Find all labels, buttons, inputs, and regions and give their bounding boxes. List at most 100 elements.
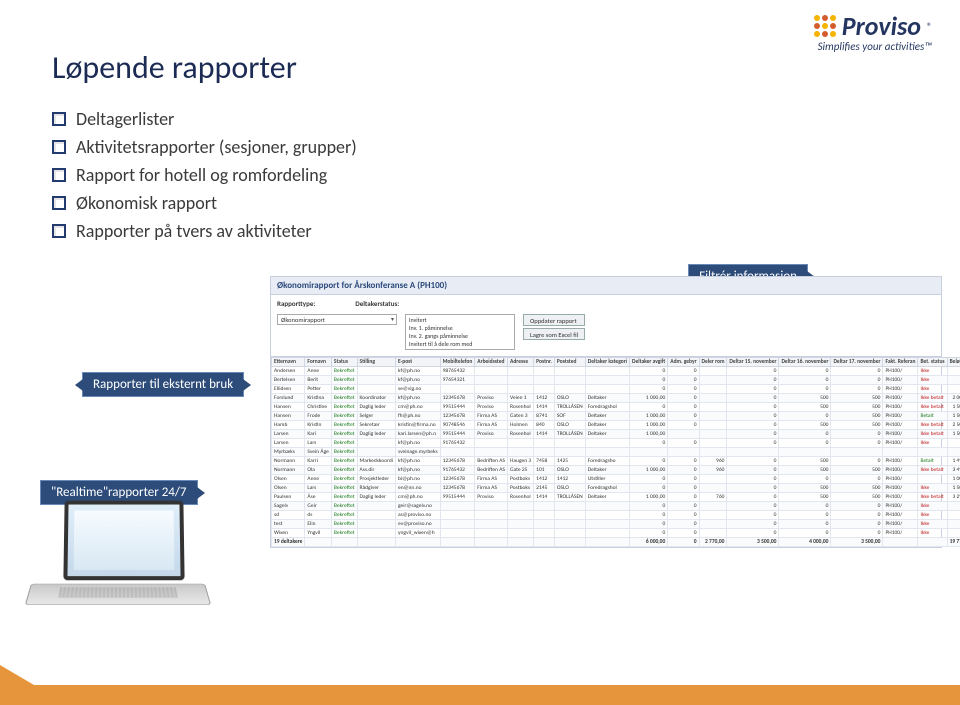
table-cell: 0 xyxy=(727,439,779,448)
table-cell: 1425 xyxy=(554,457,585,466)
table-cell: 98765432 xyxy=(440,367,475,376)
table-cell: PH100/ xyxy=(883,412,918,421)
table-cell: Bekreftet xyxy=(331,394,357,403)
table-cell: Selger xyxy=(357,412,395,421)
list-item-label: Rapporter på tvers av aktiviteter xyxy=(76,220,312,242)
table-header: Adresse xyxy=(508,358,534,367)
update-report-button[interactable]: Oppdater rapport xyxy=(523,314,585,326)
table-cell: 0 xyxy=(779,430,831,439)
table-header: Deler rom xyxy=(699,358,727,367)
table-header: Deltar 15. november xyxy=(727,358,779,367)
table-cell: 960 xyxy=(699,466,727,475)
option[interactable]: Inv. 1. påminnelse xyxy=(409,324,511,332)
table-cell: 0 xyxy=(831,367,883,376)
table-cell: 0 xyxy=(947,439,960,448)
list-item: Rapport for hotell og romfordeling xyxy=(52,164,357,186)
option[interactable]: Invitert til å dele rom med xyxy=(409,340,511,348)
table-cell: 0 xyxy=(727,403,779,412)
laptop-keyboard-icon xyxy=(25,584,211,605)
table-cell xyxy=(534,511,555,520)
table-cell: Bekreftet xyxy=(331,466,357,475)
table-cell: Lars xyxy=(305,439,332,448)
save-excel-button[interactable]: Lagre som Excel fil xyxy=(523,328,585,340)
option[interactable]: Invitert xyxy=(409,316,511,324)
table-cell: 0 xyxy=(779,475,831,484)
table-cell: sd xyxy=(272,511,305,520)
table-cell: Daglig leder xyxy=(357,430,395,439)
table-cell: 0 xyxy=(947,385,960,394)
report-type-select[interactable]: Økonomirapport xyxy=(277,314,397,325)
table-cell: Bedriften AS xyxy=(475,466,508,475)
table-cell: Bekreftet xyxy=(331,430,357,439)
table-cell xyxy=(699,412,727,421)
table-cell xyxy=(699,367,727,376)
table-cell: Ikke xyxy=(918,439,947,448)
table-cell xyxy=(396,538,441,547)
list-item-label: Økonomisk rapport xyxy=(76,192,217,214)
table-totals-row: 19 deltakere6 000,0002 770,003 500,004 0… xyxy=(272,538,960,547)
table-cell: PH100/ xyxy=(883,511,918,520)
table-cell: 0 xyxy=(630,484,668,493)
table-cell xyxy=(585,520,629,529)
table-cell: 1 490,00 xyxy=(947,457,960,466)
table-cell: Deltaker xyxy=(585,394,629,403)
table-cell: 500 xyxy=(779,403,831,412)
table-cell xyxy=(554,448,585,457)
table-cell xyxy=(508,502,534,511)
table-cell: Rosenhol xyxy=(508,493,534,502)
table-cell: Larsen xyxy=(272,439,305,448)
participant-status-label: Deltakerstatus: xyxy=(355,299,399,308)
table-cell: Foredragshol xyxy=(585,484,629,493)
table-cell: PH100/ xyxy=(883,439,918,448)
table-cell: 0 xyxy=(779,439,831,448)
table-cell: Proviso xyxy=(475,403,508,412)
table-row: HambKristinBekreftetSekretærkristin@firm… xyxy=(272,421,960,430)
table-cell xyxy=(554,385,585,394)
table-cell: 500 xyxy=(779,466,831,475)
table-cell: 960 xyxy=(699,457,727,466)
list-item-label: Deltagerlister xyxy=(76,108,174,130)
table-row: AndersenAnneBekreftetkf@ph.no98765432000… xyxy=(272,367,960,376)
table-cell: Bekreftet xyxy=(331,376,357,385)
option[interactable]: Inv. 2. gangs påminnelse xyxy=(409,332,511,340)
table-cell: 1414 xyxy=(534,403,555,412)
logo-mark-icon xyxy=(814,15,836,37)
table-cell: Christine xyxy=(305,403,332,412)
table-cell xyxy=(699,529,727,538)
table-cell xyxy=(475,511,508,520)
table-cell xyxy=(727,448,779,457)
table-cell: 500 xyxy=(831,466,883,475)
table-cell xyxy=(357,376,395,385)
table-cell: Larsen xyxy=(272,430,305,439)
table-cell: Rådgiver xyxy=(357,484,395,493)
table-cell: PH100/ xyxy=(883,493,918,502)
table-cell: 500 xyxy=(779,484,831,493)
table-cell xyxy=(883,448,918,457)
table-cell xyxy=(585,439,629,448)
table-cell: 0 xyxy=(779,412,831,421)
table-cell xyxy=(779,448,831,457)
table-cell xyxy=(585,511,629,520)
table-cell: Ass.dir xyxy=(357,466,395,475)
table-cell: Postboks xyxy=(508,484,534,493)
table-header: Fornavn xyxy=(305,358,332,367)
table-cell xyxy=(699,439,727,448)
table-cell: 0 xyxy=(668,538,699,547)
table-cell: Hamb xyxy=(272,421,305,430)
table-cell: TROLLÅSEN xyxy=(554,403,585,412)
table-cell: 500 xyxy=(831,403,883,412)
table-header: Arbeidssted xyxy=(475,358,508,367)
table-cell: 91765432 xyxy=(440,466,475,475)
table-cell xyxy=(475,376,508,385)
table-cell: Bertelsen xyxy=(272,376,305,385)
table-cell: Bekreftet xyxy=(331,367,357,376)
table-cell xyxy=(554,502,585,511)
table-cell: Deltaker xyxy=(585,493,629,502)
table-cell: 1 500,00 xyxy=(947,412,960,421)
table-cell: Postboks xyxy=(508,475,534,484)
table-cell: 0 xyxy=(727,493,779,502)
status-multiselect[interactable]: Invitert Inv. 1. påminnelse Inv. 2. gang… xyxy=(405,314,515,350)
table-cell xyxy=(475,385,508,394)
table-cell: Ikke betalt xyxy=(918,394,947,403)
table-cell: Ikke xyxy=(918,385,947,394)
